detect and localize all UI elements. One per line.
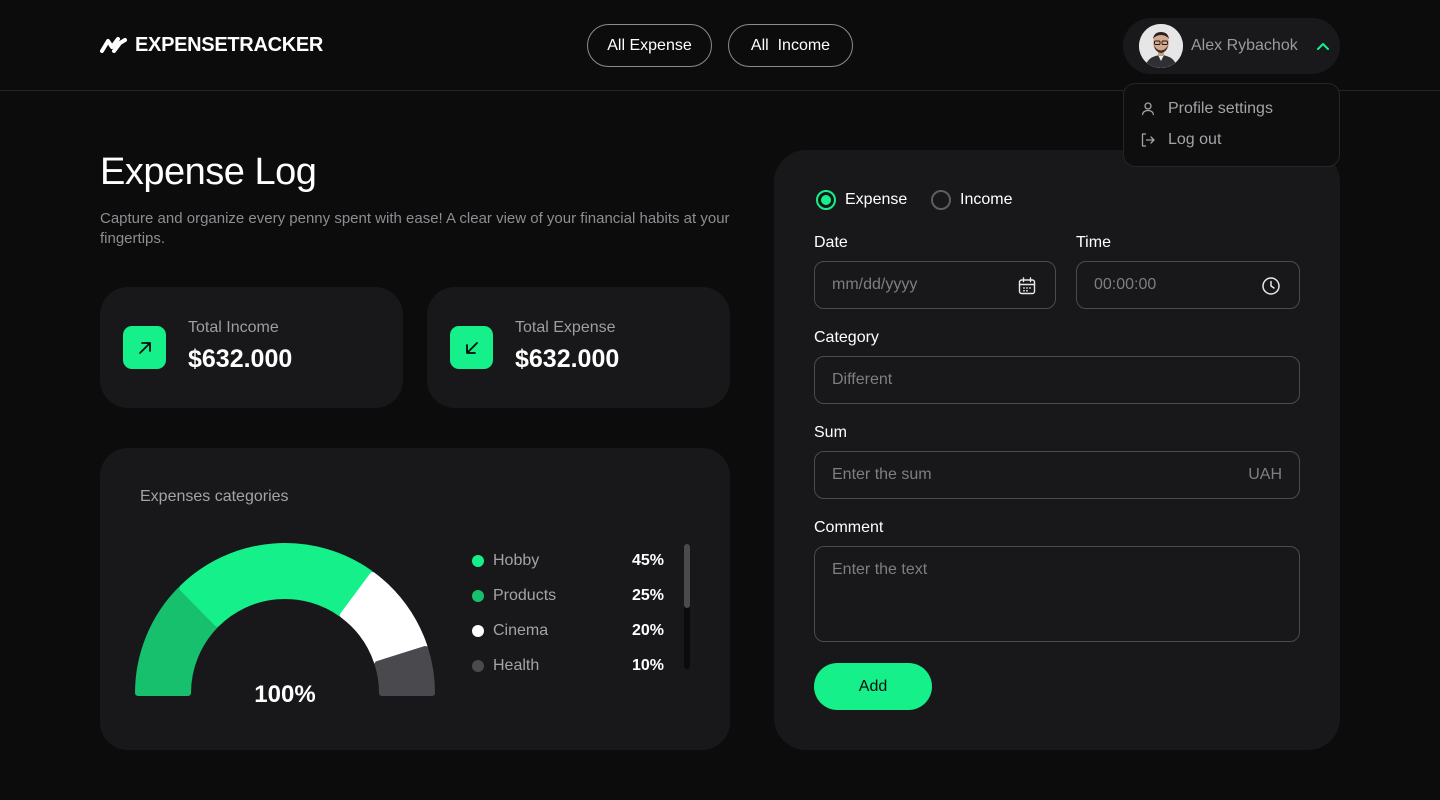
legend-name: Hobby <box>493 551 540 569</box>
legend-scrollbar[interactable] <box>684 544 690 669</box>
legend-item: Cinema 20% <box>472 613 664 648</box>
all-income-button[interactable]: All Income <box>728 24 853 67</box>
total-income-label: Total Income <box>188 319 279 336</box>
legend-percent: 10% <box>631 656 664 674</box>
add-button[interactable]: Add <box>814 663 932 710</box>
all-expense-button[interactable]: All Expense <box>587 24 712 67</box>
legend-item: Hobby 45% <box>472 543 664 578</box>
sum-label: Sum <box>814 424 847 441</box>
currency-suffix: UAH <box>1248 466 1282 483</box>
sum-placeholder: Enter the sum <box>832 466 932 483</box>
time-input[interactable]: 00:00:00 <box>1076 261 1300 309</box>
type-expense-radio[interactable]: Expense <box>816 190 907 210</box>
comment-textarea[interactable]: Enter the text <box>814 546 1300 642</box>
date-label: Date <box>814 234 848 251</box>
category-value: Different <box>832 371 893 388</box>
page-title: Expense Log <box>100 151 317 193</box>
time-placeholder: 00:00:00 <box>1094 276 1157 293</box>
type-expense-label: Expense <box>845 191 908 208</box>
avatar <box>1139 24 1183 68</box>
legend-dot <box>472 589 484 602</box>
legend-scroll-thumb[interactable] <box>684 544 690 608</box>
legend-item: Products 25% <box>472 578 664 613</box>
total-expense-card: Total Expense $632.000 <box>427 287 730 408</box>
radio-selected-icon <box>816 190 836 210</box>
legend-dot <box>472 659 484 672</box>
date-input[interactable]: mm/dd/yyyy <box>814 261 1056 309</box>
chevron-up-icon <box>1316 43 1329 50</box>
type-income-label: Income <box>960 191 1013 208</box>
category-legend: Hobby 45% Products 25% Cinema 20% Health 10% <box>472 543 664 683</box>
comment-placeholder: Enter the text <box>832 561 928 578</box>
user-name: Alex Rybachok <box>1191 37 1298 54</box>
legend-name: Products <box>493 586 557 604</box>
legend-item: Health 10% <box>472 648 664 683</box>
categories-title: Expenses categories <box>140 488 289 505</box>
logo-icon <box>100 37 127 53</box>
top-header: EXPENSETRACKER All Expense All Income Al… <box>0 0 1440 91</box>
category-field[interactable]: Different <box>814 356 1300 404</box>
legend-percent: 20% <box>631 621 664 639</box>
brand-logo[interactable]: EXPENSETRACKER <box>100 33 323 57</box>
category-label: Category <box>814 329 879 346</box>
expense-categories-card: Expenses categories 100% Hobby 45% Product… <box>100 448 730 750</box>
legend-dot <box>472 624 484 637</box>
brand-name: EXPENSETRACKER <box>135 33 324 56</box>
user-icon <box>1141 102 1155 116</box>
arrow-up-right-icon <box>123 326 166 369</box>
logout-icon <box>1141 133 1155 147</box>
legend-percent: 45% <box>631 551 664 569</box>
radio-unselected-icon <box>931 190 951 210</box>
arrow-down-left-icon <box>450 326 493 369</box>
user-dropdown-menu <box>1123 83 1340 167</box>
total-expense-value: $632.000 <box>515 345 620 373</box>
profile-settings-label: Profile settings <box>1168 100 1273 117</box>
log-out-label: Log out <box>1168 131 1222 148</box>
total-expense-label: Total Expense <box>515 319 616 336</box>
user-menu-toggle[interactable]: Alex Rybachok <box>1123 18 1340 74</box>
legend-dot <box>472 554 484 567</box>
total-income-card: Total Income $632.000 <box>100 287 403 408</box>
page-subtitle: Capture and organize every penny spent w… <box>100 210 730 247</box>
time-label: Time <box>1076 234 1111 251</box>
legend-name: Health <box>493 656 540 674</box>
legend-percent: 25% <box>631 586 664 604</box>
legend-name: Cinema <box>493 621 549 639</box>
total-income-value: $632.000 <box>188 345 293 373</box>
add-entry-form: Expense Income Date mm/dd/yyyy Time 00:0… <box>774 150 1340 750</box>
date-placeholder: mm/dd/yyyy <box>832 276 918 293</box>
log-out-item[interactable]: Log out <box>1140 129 1221 151</box>
gauge-total: 100% <box>254 681 316 708</box>
comment-label: Comment <box>814 519 884 536</box>
profile-settings-item[interactable]: Profile settings <box>1140 98 1273 120</box>
sum-input[interactable]: Enter the sum UAH <box>814 451 1300 499</box>
avatar-photo <box>1139 24 1183 68</box>
type-income-radio[interactable]: Income <box>931 190 1012 210</box>
clock-icon[interactable] <box>1261 276 1281 296</box>
calendar-icon[interactable] <box>1017 276 1037 296</box>
